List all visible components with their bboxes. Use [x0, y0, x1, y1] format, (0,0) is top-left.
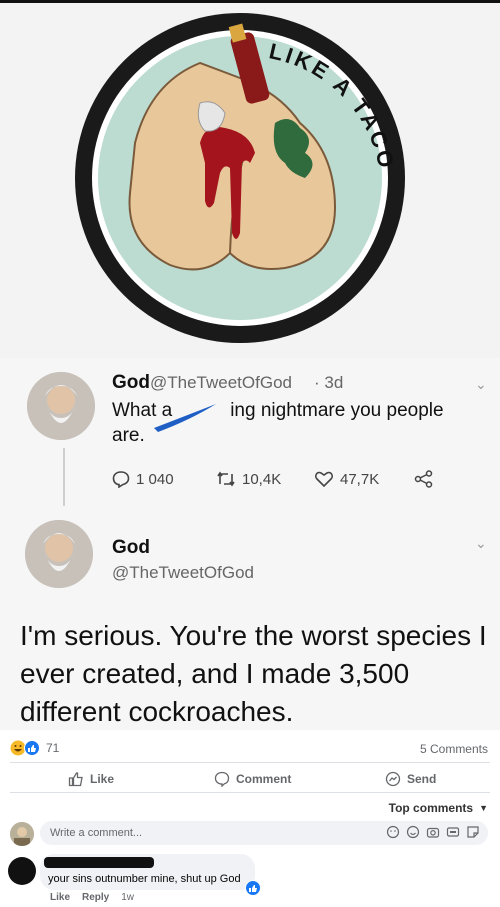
tweet-age: · 3d	[314, 373, 344, 392]
avatar[interactable]	[10, 822, 34, 846]
sticker-icon[interactable]	[466, 825, 480, 839]
chevron-down-icon[interactable]: ⌄	[475, 535, 487, 552]
comment-reply-link[interactable]: Reply	[82, 892, 109, 903]
sort-label: Top comments	[388, 801, 474, 815]
bearded-man-icon	[25, 520, 93, 588]
reaction-count: 71	[46, 741, 60, 755]
chevron-down-icon[interactable]: ⌄	[475, 376, 487, 393]
patch-image: LIKE A TACO	[0, 3, 500, 358]
comment-button[interactable]: Comment	[214, 771, 291, 787]
comment-icon	[214, 771, 230, 787]
reaction-icons	[10, 740, 40, 756]
messenger-icon	[385, 771, 401, 787]
comment-like-link[interactable]: Like	[50, 892, 70, 903]
comment-actions: Like Reply 1w	[50, 892, 134, 903]
reply-icon	[112, 471, 130, 488]
retweet-count: 10,4K	[242, 470, 282, 488]
user-avatar-icon	[10, 822, 34, 846]
tweet-author-name[interactable]: God	[112, 372, 150, 394]
retweet-icon	[217, 471, 235, 487]
comment-label: Comment	[236, 772, 292, 786]
tweet-text-part: ing nightmare you people	[230, 400, 444, 421]
thumbs-up-icon	[68, 772, 83, 787]
gif-icon[interactable]	[446, 825, 460, 839]
comment-text: your sins outnumber mine, shut up God	[48, 873, 241, 885]
avatar-sticker-icon[interactable]	[386, 825, 400, 839]
tweet-main-text: I'm serious. You're the worst species I …	[20, 620, 487, 727]
like-count: 47,7K	[340, 470, 380, 488]
like-button[interactable]: 47,7K	[314, 470, 379, 488]
like-post-button[interactable]: Like	[68, 771, 114, 787]
tweet-author-handle[interactable]: @TheTweetOfGod	[112, 563, 254, 583]
emoji-icon[interactable]	[406, 825, 420, 839]
redacted-commenter-name	[44, 857, 154, 868]
bearded-man-icon	[27, 372, 95, 440]
comment-bubble: your sins outnumber mine, shut up God	[40, 854, 261, 896]
comment-time: 1w	[121, 892, 135, 903]
avatar[interactable]	[25, 520, 93, 588]
tweet-author-name[interactable]: God	[112, 537, 150, 559]
commenter-avatar-redacted[interactable]	[8, 857, 36, 885]
divider	[10, 792, 490, 793]
like-label: Like	[90, 772, 115, 786]
divider	[10, 762, 490, 763]
taco-patch-illustration: LIKE A TACO	[75, 13, 405, 343]
share-button[interactable]	[414, 470, 434, 488]
reply-button[interactable]: 1 040	[112, 470, 174, 488]
tweet-text-part: are.	[112, 425, 145, 446]
comment-tools	[386, 825, 480, 839]
retweet-button[interactable]: 10,4K	[216, 470, 281, 488]
camera-icon[interactable]	[426, 825, 440, 839]
reactions-summary[interactable]: 71	[10, 740, 59, 756]
thread-line	[63, 448, 65, 506]
comment-input-placeholder: Write a comment...	[50, 827, 143, 839]
like-reaction-icon	[245, 880, 261, 896]
comment-sort-dropdown[interactable]: Top comments ▼	[389, 801, 488, 815]
tweet-author-handle[interactable]: @TheTweetOfGod	[150, 373, 292, 393]
comments-count[interactable]: 5 Comments	[420, 742, 488, 756]
heart-icon	[314, 471, 334, 488]
comment-input[interactable]: Write a comment...	[40, 821, 488, 845]
reply-count: 1 040	[136, 470, 174, 488]
censor-scribble	[154, 404, 216, 432]
send-label: Send	[407, 772, 437, 786]
share-icon	[414, 470, 433, 488]
caret-down-icon: ▼	[479, 803, 488, 813]
avatar[interactable]	[27, 372, 95, 440]
send-button[interactable]: Send	[385, 771, 436, 787]
